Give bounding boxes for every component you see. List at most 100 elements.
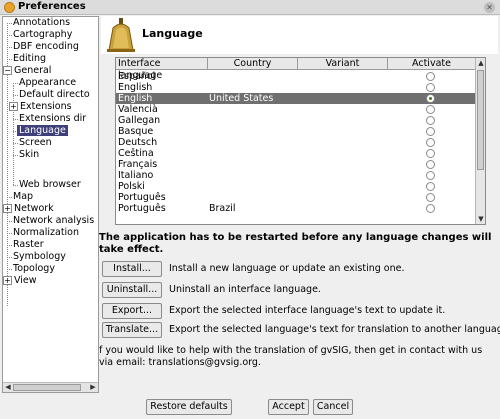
tree-item-map[interactable]: Map <box>13 191 33 203</box>
tree-branch <box>13 185 18 186</box>
tree-branch <box>7 245 12 246</box>
tree-item-language[interactable]: Language <box>17 125 68 137</box>
cell-language: Español <box>118 71 156 82</box>
cell-language: Deutsch <box>118 137 158 148</box>
tree-item-dbf-encoding[interactable]: DBF encoding <box>13 41 79 53</box>
table-row[interactable]: Valencià <box>116 104 476 115</box>
install-description: Install a new language or update an exis… <box>169 263 405 274</box>
tree-item-cartography[interactable]: Cartography <box>13 29 72 41</box>
collapse-icon[interactable]: − <box>3 66 12 75</box>
activate-radio[interactable] <box>426 204 435 213</box>
cell-language: Português <box>118 203 166 214</box>
activate-radio-checked[interactable] <box>426 94 435 103</box>
cancel-button[interactable]: Cancel <box>313 399 353 415</box>
uninstall-button[interactable]: Uninstall... <box>102 282 162 298</box>
activate-radio[interactable] <box>426 105 435 114</box>
activate-radio[interactable] <box>426 160 435 169</box>
tree-item-skin[interactable]: Skin <box>19 149 39 161</box>
cell-country <box>208 170 298 181</box>
table-row-selected[interactable]: English United States <box>116 93 476 104</box>
tree-item-general[interactable]: − General <box>3 65 51 77</box>
scroll-down-icon[interactable]: ▼ <box>476 214 485 224</box>
cell-country <box>208 82 298 93</box>
activate-radio[interactable] <box>426 193 435 202</box>
cell-country <box>208 181 298 192</box>
tree-item-annotations[interactable]: Annotations <box>13 17 70 29</box>
tree-horizontal-scrollbar[interactable]: ◀ ▶ <box>3 382 98 392</box>
restore-defaults-button[interactable]: Restore defaults <box>146 399 232 415</box>
tree-item-raster[interactable]: Raster <box>13 239 44 251</box>
table-header: Interface language Country Variant Activ… <box>116 58 476 81</box>
window-title: Preferences <box>18 1 86 12</box>
expand-icon[interactable]: + <box>3 276 12 285</box>
tree-branch <box>7 257 12 258</box>
page-title: Language <box>142 27 203 40</box>
cell-country: United States <box>209 93 274 104</box>
activate-radio[interactable] <box>426 116 435 125</box>
table-vertical-scrollbar[interactable]: ▲ ▼ <box>475 58 485 224</box>
scroll-thumb[interactable] <box>477 70 484 170</box>
cell-country <box>208 159 298 170</box>
column-header-variant[interactable]: Variant <box>298 58 388 70</box>
scroll-left-icon[interactable]: ◀ <box>3 383 13 392</box>
activate-radio[interactable] <box>426 83 435 92</box>
activate-radio[interactable] <box>426 72 435 81</box>
tree-item-view[interactable]: + View <box>3 275 37 287</box>
tree-item-web-browser[interactable]: Web browser <box>19 179 81 191</box>
table-row[interactable]: English <box>116 82 476 93</box>
cell-language: Italiano <box>118 170 154 181</box>
table-row[interactable]: Čeština <box>116 148 476 159</box>
page-header: Language <box>101 16 498 54</box>
cell-country <box>208 115 298 126</box>
cell-country <box>208 126 298 137</box>
table-row[interactable]: Basque <box>116 126 476 137</box>
restart-notice: The application has to be restarted befo… <box>99 232 492 255</box>
tree-item-extensions-dir[interactable]: Extensions dir <box>19 113 86 125</box>
scroll-up-icon[interactable]: ▲ <box>476 58 485 68</box>
cell-language: English <box>118 82 153 93</box>
install-button[interactable]: Install... <box>102 261 162 277</box>
title-bar: Preferences ✕ <box>0 0 500 15</box>
table-row[interactable]: Español <box>116 71 476 82</box>
tree-item-network-analysis[interactable]: Network analysis <box>13 215 94 227</box>
translate-button[interactable]: Translate... <box>102 322 162 338</box>
tree-branch <box>13 95 18 96</box>
expand-icon[interactable]: + <box>3 204 12 213</box>
accept-button[interactable]: Accept <box>268 399 309 415</box>
table-row[interactable]: Deutsch <box>116 137 476 148</box>
activate-radio[interactable] <box>426 138 435 147</box>
tree-branch <box>13 143 18 144</box>
translation-help-text: f you would like to help with the transl… <box>99 345 483 368</box>
close-icon[interactable]: ✕ <box>484 2 495 13</box>
activate-radio[interactable] <box>426 171 435 180</box>
activate-radio[interactable] <box>426 127 435 136</box>
tree-item-default-directories[interactable]: Default directo <box>19 89 90 101</box>
activate-radio[interactable] <box>426 182 435 191</box>
scroll-right-icon[interactable]: ▶ <box>88 383 98 392</box>
table-row[interactable]: Italiano <box>116 170 476 181</box>
tree-branch <box>7 59 12 60</box>
tree-item-appearance[interactable]: Appearance <box>19 77 76 89</box>
column-header-activate[interactable]: Activate <box>388 58 476 70</box>
tree-item-editing[interactable]: Editing <box>13 53 46 65</box>
tree-item-topology[interactable]: Topology <box>13 263 55 275</box>
scroll-thumb[interactable] <box>13 384 81 391</box>
table-row[interactable]: Polski <box>116 181 476 192</box>
tree-branch <box>7 221 12 222</box>
column-header-language[interactable]: Interface language <box>116 58 208 81</box>
tree-item-normalization[interactable]: Normalization <box>13 227 79 239</box>
tree-branch <box>7 197 12 198</box>
tree-item-screen[interactable]: Screen <box>19 137 52 149</box>
column-header-country[interactable]: Country <box>208 58 298 70</box>
table-row[interactable]: Português Brazil <box>116 203 476 214</box>
tree-item-network[interactable]: + Network <box>3 203 54 215</box>
expand-icon[interactable]: + <box>9 102 18 111</box>
table-row[interactable]: Gallegan <box>116 115 476 126</box>
table-row[interactable]: Français <box>116 159 476 170</box>
activate-radio[interactable] <box>426 149 435 158</box>
tree-item-extensions[interactable]: + Extensions <box>9 101 72 113</box>
export-button[interactable]: Export... <box>102 303 162 319</box>
tree-item-symbology[interactable]: Symbology <box>13 251 66 263</box>
table-row[interactable]: Português <box>116 192 476 203</box>
preferences-tree: Annotations Cartography DBF encoding Edi… <box>2 16 99 393</box>
